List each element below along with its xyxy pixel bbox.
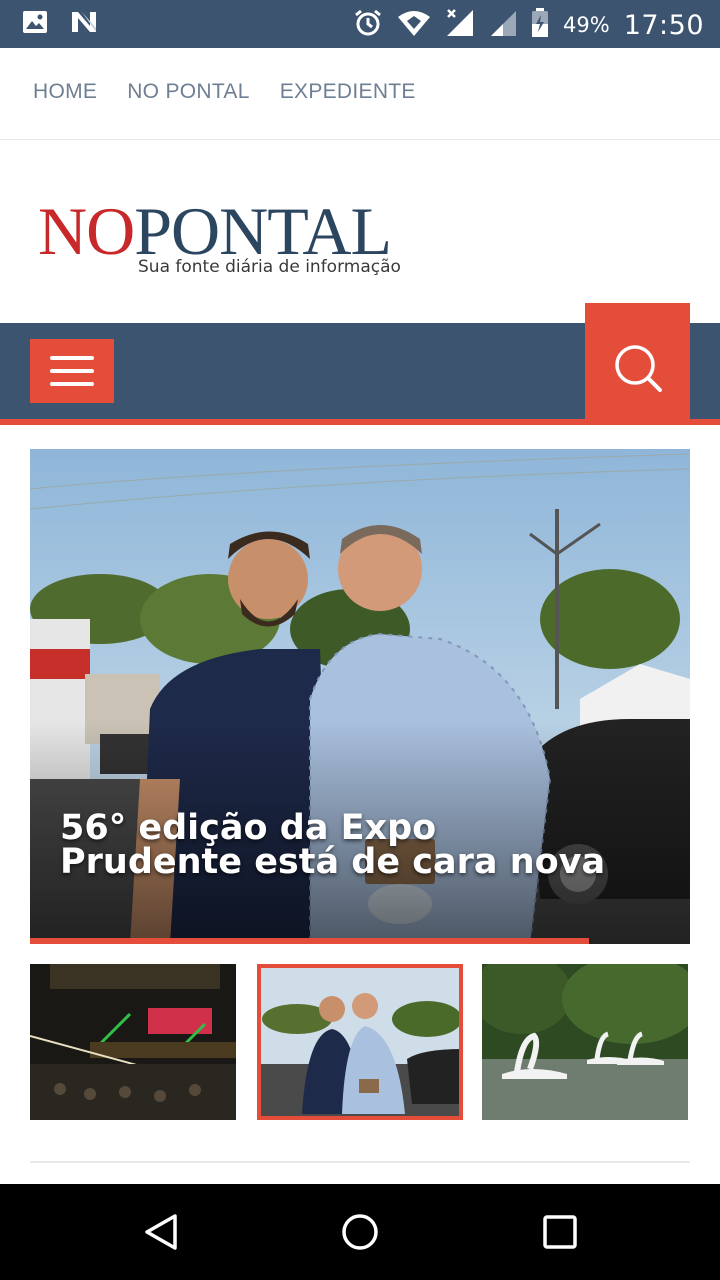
battery-percent: 49% [563,13,610,37]
alarm-icon [353,8,383,42]
clock: 17:50 [623,9,704,41]
search-icon [615,345,662,392]
status-bar: 49% 17:50 [0,0,720,48]
logo-tagline: Sua fonte diária de informação [138,257,401,277]
top-nav: HOME NO PONTAL EXPEDIENTE [0,48,720,140]
hero-title[interactable]: 56° edição da Expo Prudente está de cara… [60,811,620,880]
image-icon [22,10,48,39]
nav-expediente-link[interactable]: EXPEDIENTE [280,80,416,104]
section-divider [30,1161,690,1163]
hero-slide[interactable]: 56° edição da Expo Prudente está de cara… [30,449,690,944]
search-button[interactable] [585,303,690,425]
home-icon[interactable] [340,1212,380,1252]
wifi-icon [397,9,431,41]
slide-progress-bar [30,938,590,944]
battery-icon [531,8,549,42]
hamburger-icon-line [50,382,94,386]
nav-no-pontal-link[interactable]: NO PONTAL [127,80,250,104]
thumbnail-swan-pedal-boats[interactable] [482,964,688,1120]
recents-icon[interactable] [542,1214,578,1250]
logo-wordmark: NOPONTAL [38,193,392,269]
thumbnail-concert-stage[interactable] [30,964,236,1120]
signal-x-icon [445,8,475,42]
brand-header: NOPONTAL Sua fonte diária de informação [0,141,720,323]
slider-thumbnails [30,964,690,1120]
hamburger-menu-button[interactable] [30,339,114,403]
nav-home-link[interactable]: HOME [33,80,97,104]
thumbnail-two-men-award[interactable] [257,964,463,1120]
hamburger-icon-line [50,369,94,373]
site-logo[interactable]: NOPONTAL Sua fonte diária de informação [38,197,408,287]
n-app-icon [70,10,98,39]
signal-icon [489,9,517,41]
back-icon[interactable] [141,1212,181,1252]
hamburger-icon [50,356,94,360]
system-nav-bar [0,1184,720,1280]
